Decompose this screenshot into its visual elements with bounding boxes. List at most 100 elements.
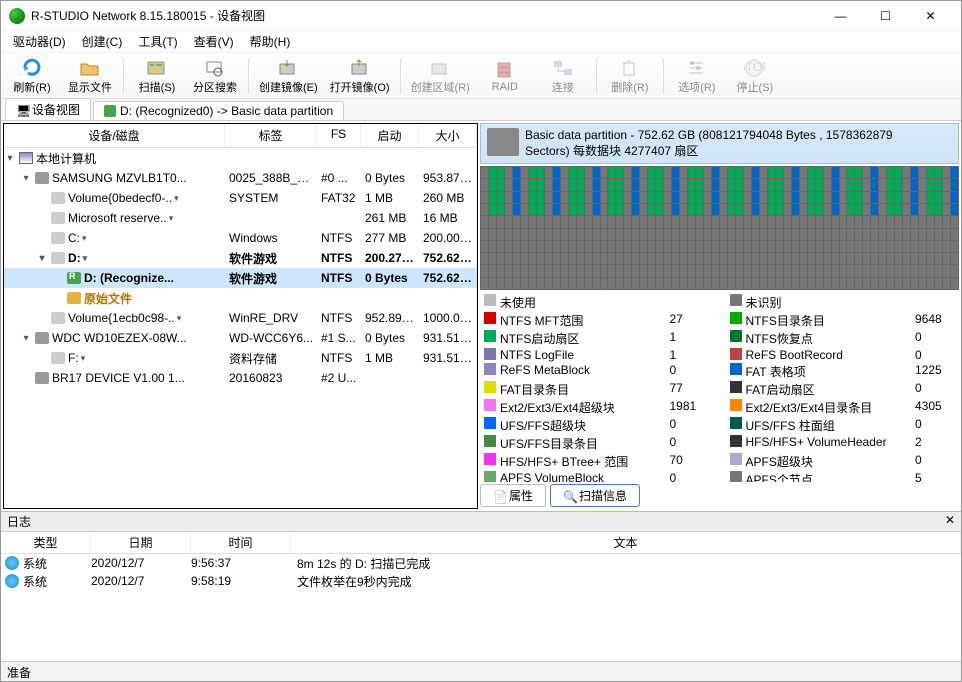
maximize-button[interactable]: ☐ [863,2,908,30]
menu-tools[interactable]: 工具(T) [130,31,185,52]
logcol-date[interactable]: 日期 [91,532,191,553]
legend-value: 9648 [915,312,955,329]
tree-row[interactable]: Volume{1ecb0c98-..▾WinRE_DRVNTFS952.89 .… [4,308,477,328]
create-region-icon [429,58,451,78]
dropdown-icon[interactable]: ▾ [81,253,90,264]
dropdown-icon[interactable]: ▾ [175,313,184,324]
tab-recognized[interactable]: D: (Recognized0) -> Basic data partition [93,101,344,120]
options-button[interactable]: 选项(R) [670,55,724,97]
log-header: 日志✕ [1,512,961,532]
device-tree-pane: 设备/磁盘 标签 FS 启动 大小 ▾本地计算机 ▾SAMSUNG MZVLB1… [3,123,478,509]
col-fs[interactable]: FS [317,124,361,147]
region-search-button[interactable]: 分区搜索 [188,55,242,97]
tree-root[interactable]: ▾本地计算机 [4,148,477,168]
tab-properties[interactable]: 📄属性 [480,484,546,507]
title-bar: R-STUDIO Network 8.15.180015 - 设备视图 — ☐ … [1,1,961,31]
legend-swatch [730,417,742,429]
properties-icon: 📄 [493,490,505,502]
open-image-button[interactable]: 打开镜像(O) [326,55,394,97]
legend-swatch [730,294,742,306]
computer-icon [19,152,33,164]
create-image-button[interactable]: 创建镜像(E) [255,55,322,97]
logcol-text[interactable]: 文本 [291,532,961,553]
tree-row[interactable]: 原始文件 [4,288,477,308]
tree-row[interactable]: ▾SAMSUNG MZVLB1T0...0025_388B_9...#0 ...… [4,168,477,188]
legend-value: 0 [915,348,955,362]
log-close-button[interactable]: ✕ [945,513,955,530]
connect-button[interactable]: 连接 [536,55,590,97]
tree-row[interactable]: C:▾WindowsNTFS277 MB200.00 ... [4,228,477,248]
minimize-button[interactable]: — [818,2,863,30]
tree-row[interactable]: BR17 DEVICE V1.00 1...20160823#2 U... [4,368,477,388]
legend-label: NTFS启动扇区 [500,330,668,347]
tree-row[interactable]: ▾D:▾软件游戏NTFS200.27 ...752.62 ... [4,248,477,268]
dropdown-icon[interactable]: ▾ [172,193,181,204]
legend-label: FAT启动扇区 [746,381,914,398]
col-device[interactable]: 设备/磁盘 [4,124,225,147]
legend-value: 27 [670,312,710,329]
legend-label: Ext2/Ext3/Ext4目录条目 [746,399,914,416]
menu-create[interactable]: 创建(C) [74,31,131,52]
scan-button[interactable]: 扫描(S) [130,55,184,97]
scan-map[interactable] [480,166,959,290]
legend-swatch [730,399,742,411]
legend-label: APFS个节点 [746,471,914,482]
tree-row[interactable]: Microsoft reserve..▾261 MB16 MB [4,208,477,228]
legend-value: 4305 [915,399,955,416]
dropdown-icon[interactable]: ▾ [167,213,176,224]
tab-device-view[interactable]: 🖥设备视图 [5,98,91,120]
info-icon [5,574,19,588]
delete-button[interactable]: 删除(R) [603,55,657,97]
log-row[interactable]: 系统2020/12/79:58:19文件枚举在9秒内完成 [1,572,961,590]
legend-swatch [484,348,496,360]
legend-label: UFS/FFS 柱面组 [746,417,914,434]
legend-swatch [484,294,496,306]
legend-label: HFS/HFS+ VolumeHeader [746,435,914,452]
logcol-type[interactable]: 类型 [1,532,91,553]
legend-value: 1981 [670,399,710,416]
tree-row[interactable]: D: (Recognize...软件游戏NTFS0 Bytes752.62 ..… [4,268,477,288]
log-row[interactable]: 系统2020/12/79:56:378m 12s 的 D: 扫描已完成 [1,554,961,572]
close-button[interactable]: ✕ [908,2,953,30]
create-region-button[interactable]: 创建区域(R) [407,55,474,97]
legend-value: 77 [670,381,710,398]
stop-button[interactable]: STOP停止(S) [728,55,782,97]
raid-button[interactable]: RAID [478,55,532,97]
legend-label: NTFS MFT范围 [500,312,668,329]
legend-value [670,294,710,311]
legend-value: 70 [670,453,710,470]
legend-label: 未识别 [746,294,914,311]
menu-drive[interactable]: 驱动器(D) [5,31,74,52]
rec-icon [67,272,81,284]
menu-view[interactable]: 查看(V) [186,31,242,52]
col-start[interactable]: 启动 [361,124,419,147]
tree-row[interactable]: F:▾资料存储NTFS1 MB931.51 ... [4,348,477,368]
partition-icon [487,128,519,156]
vol-icon [51,352,65,364]
legend-label: ReFS MetaBlock [500,363,668,380]
dropdown-icon[interactable]: ▾ [80,233,89,244]
legend-value: 1225 [915,363,955,380]
col-size[interactable]: 大小 [419,124,477,147]
legend-label: APFS VolumeBlock [500,471,668,482]
vol-icon [51,312,65,324]
col-label[interactable]: 标签 [225,124,317,147]
legend-value: 1 [670,330,710,347]
delete-icon [619,58,641,78]
legend-value: 0 [670,363,710,380]
legend-swatch [730,312,742,324]
tree-row[interactable]: ▾WDC WD10EZEX-08W...WD-WCC6Y6...#1 S...0… [4,328,477,348]
raw-icon [67,292,81,304]
tree-row[interactable]: Volume{0bedecf0-..▾SYSTEMFAT321 MB260 MB [4,188,477,208]
legend-label: APFS超级块 [746,453,914,470]
log-columns: 类型 日期 时间 文本 [1,532,961,554]
menu-help[interactable]: 帮助(H) [242,31,299,52]
logcol-time[interactable]: 时间 [191,532,291,553]
log-pane: 日志✕ 类型 日期 时间 文本 系统2020/12/79:56:378m 12s… [1,511,961,661]
tab-scan-info[interactable]: 🔍扫描信息 [550,484,640,507]
legend-swatch [730,348,742,360]
legend-value: 0 [915,453,955,470]
refresh-button[interactable]: 刷新(R) [5,55,59,97]
show-files-button[interactable]: 显示文件 [63,55,117,97]
dropdown-icon[interactable]: ▾ [79,353,88,364]
